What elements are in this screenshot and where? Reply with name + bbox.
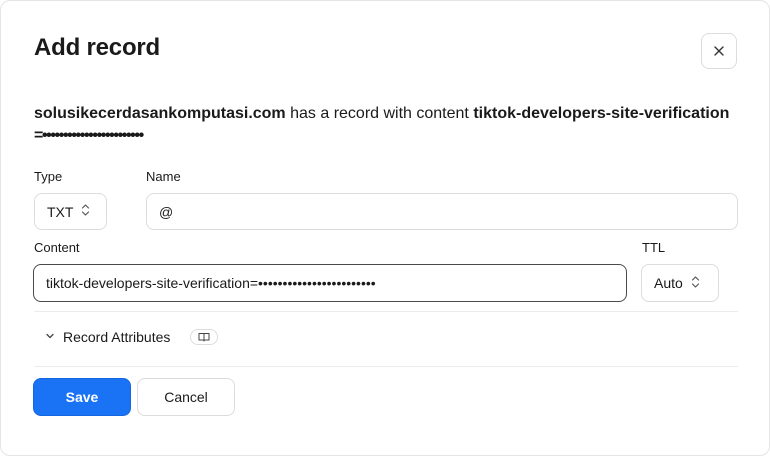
close-button[interactable] xyxy=(701,33,737,69)
content-input-value: tiktok-developers-site-verification=••••… xyxy=(46,275,376,291)
name-input[interactable]: @ xyxy=(146,193,738,230)
name-label: Name xyxy=(146,169,181,184)
updown-chevron-icon xyxy=(691,275,700,292)
content-input[interactable]: tiktok-developers-site-verification=••••… xyxy=(33,264,627,302)
record-attributes-label: Record Attributes xyxy=(63,329,171,345)
save-button[interactable]: Save xyxy=(33,378,131,416)
ttl-select-value: Auto xyxy=(654,275,683,291)
summary-domain: solusikecerdasankomputasi.com xyxy=(34,105,286,122)
ttl-select[interactable]: Auto xyxy=(641,264,719,302)
summary-content-prefix: tiktok-developers-site-verification xyxy=(473,105,730,122)
updown-chevron-icon xyxy=(81,203,90,220)
cancel-button[interactable]: Cancel xyxy=(137,378,235,416)
summary-middle-text: has a record with content xyxy=(285,105,474,122)
type-label: Type xyxy=(34,169,63,184)
divider xyxy=(34,311,738,312)
record-summary: solusikecerdasankomputasi.com has a reco… xyxy=(34,103,744,147)
name-input-value: @ xyxy=(159,203,174,220)
book-icon[interactable] xyxy=(190,329,219,345)
add-record-dialog: Add record solusikecerdasankomputasi.com… xyxy=(0,0,770,456)
chevron-down-icon xyxy=(45,328,55,346)
divider xyxy=(34,366,738,367)
record-attributes-toggle[interactable]: Record Attributes xyxy=(45,327,219,347)
summary-content-suffix: =•••••••••••••••••••••••• xyxy=(34,127,144,144)
close-icon xyxy=(714,46,724,56)
type-select[interactable]: TXT xyxy=(34,193,107,230)
ttl-label: TTL xyxy=(642,240,666,255)
content-label: Content xyxy=(34,240,80,255)
type-select-value: TXT xyxy=(47,203,74,220)
dialog-title: Add record xyxy=(34,34,161,61)
